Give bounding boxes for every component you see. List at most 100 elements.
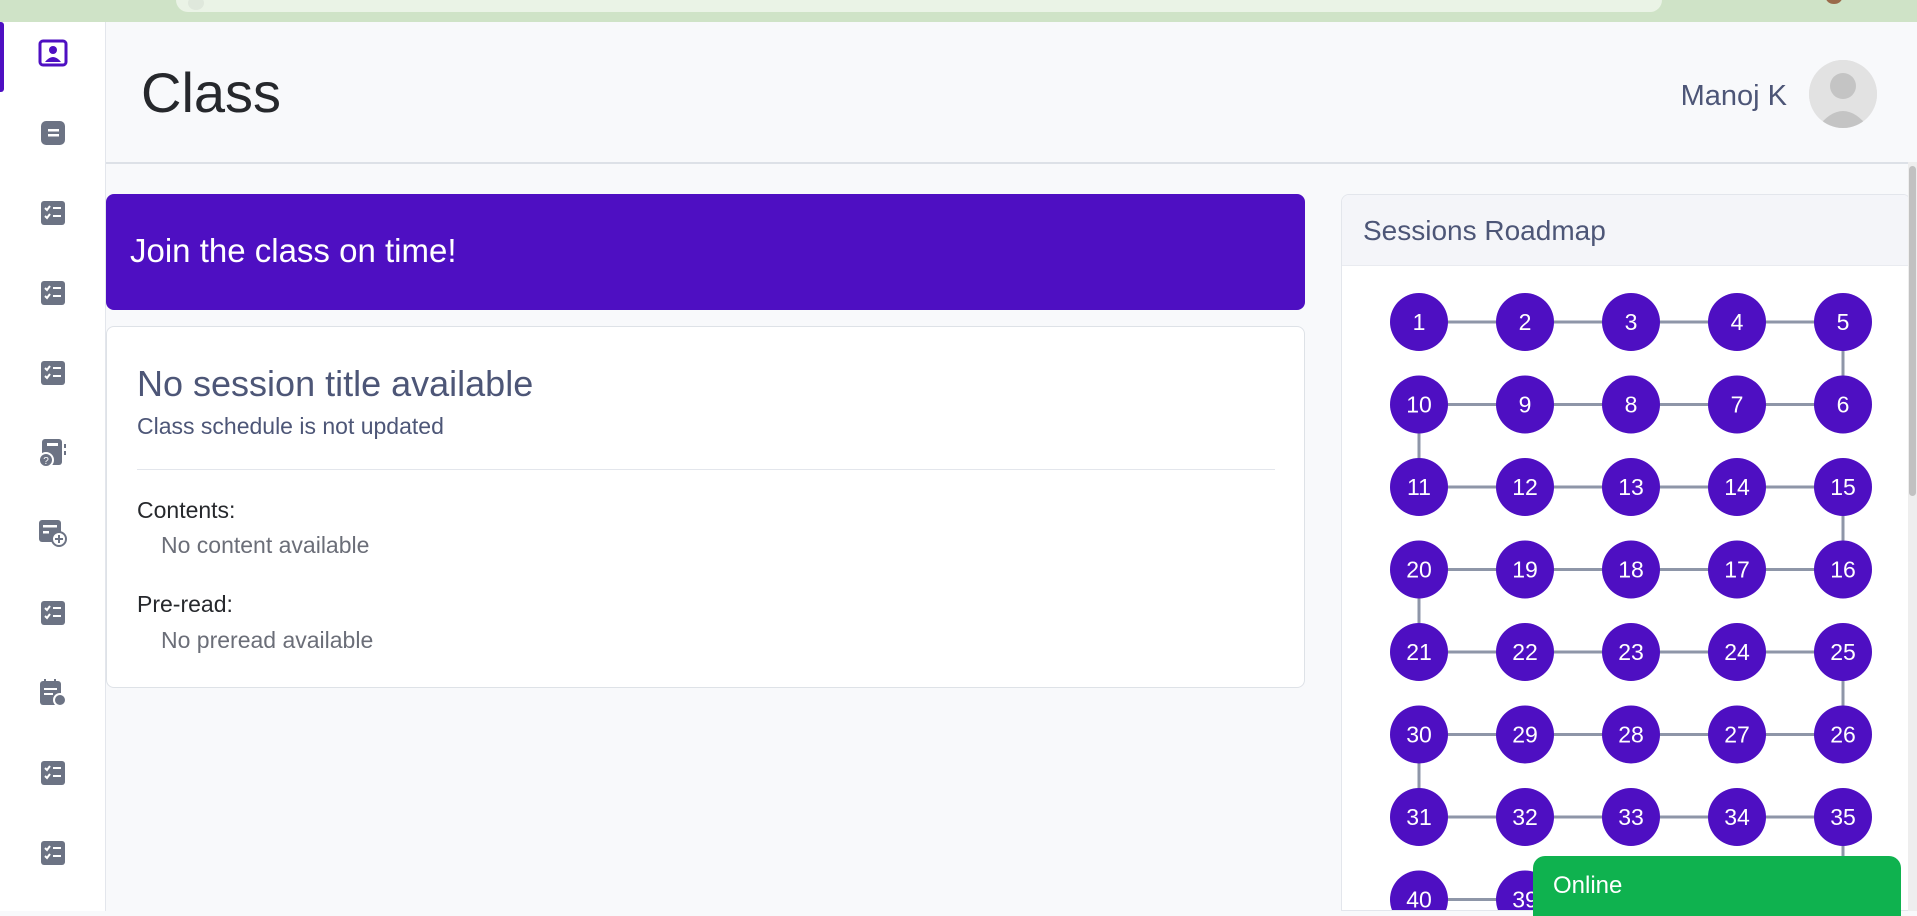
session-node-6[interactable]: 6 bbox=[1814, 375, 1872, 434]
session-node-1[interactable]: 1 bbox=[1390, 293, 1448, 351]
session-node-number: 1 bbox=[1413, 309, 1426, 335]
profile-icon[interactable] bbox=[1826, 0, 1842, 4]
session-node-number: 17 bbox=[1724, 557, 1750, 583]
sidebar-item-checklist-6[interactable] bbox=[38, 838, 68, 868]
avatar[interactable] bbox=[1809, 60, 1877, 128]
session-node-32[interactable]: 32 bbox=[1496, 788, 1554, 846]
sidebar-item-checklist-2[interactable] bbox=[38, 278, 68, 308]
session-node-number: 35 bbox=[1830, 804, 1856, 830]
session-node-number: 2 bbox=[1519, 309, 1532, 335]
sidebar-item-checklist-4[interactable] bbox=[38, 598, 68, 628]
session-node-23[interactable]: 23 bbox=[1602, 623, 1660, 681]
checklist-icon bbox=[41, 281, 65, 305]
session-node-33[interactable]: 33 bbox=[1602, 788, 1660, 846]
preread-value: No preread available bbox=[161, 627, 374, 653]
session-node-number: 6 bbox=[1837, 392, 1850, 418]
checklist-icon bbox=[41, 761, 65, 785]
sidebar-item-notes[interactable] bbox=[38, 118, 68, 148]
session-node-number: 29 bbox=[1512, 722, 1538, 748]
contents-label: Contents: bbox=[137, 497, 236, 523]
session-node-18[interactable]: 18 bbox=[1602, 540, 1660, 599]
session-node-3[interactable]: 3 bbox=[1602, 293, 1660, 351]
sidebar-item-calendar[interactable] bbox=[38, 678, 68, 708]
online-status-label: Online bbox=[1553, 872, 1623, 899]
session-node-number: 12 bbox=[1512, 474, 1538, 500]
sidebar-item-quiz[interactable]: ? bbox=[38, 438, 68, 468]
session-node-number: 4 bbox=[1731, 309, 1744, 335]
quiz-icon: ? bbox=[38, 439, 66, 468]
session-node-8[interactable]: 8 bbox=[1602, 375, 1660, 434]
roadmap-graph: 1 2 3 4 567891011 12 13 14 15161718192021 22 23 24 2… bbox=[1390, 293, 1872, 912]
checklist-icon bbox=[41, 361, 65, 385]
session-node-4[interactable]: 4 bbox=[1708, 293, 1766, 351]
session-node-35[interactable]: 35 bbox=[1814, 788, 1872, 846]
session-node-28[interactable]: 28 bbox=[1602, 705, 1660, 764]
session-node-number: 28 bbox=[1618, 722, 1644, 748]
session-node-number: 23 bbox=[1618, 639, 1644, 665]
checklist-icon bbox=[41, 601, 65, 625]
scrollbar-thumb[interactable] bbox=[1909, 166, 1916, 496]
session-node-number: 15 bbox=[1830, 474, 1856, 500]
address-bar[interactable] bbox=[176, 0, 1662, 12]
sidebar-item-checklist-3[interactable] bbox=[38, 358, 68, 388]
online-status-button[interactable]: Online bbox=[1533, 856, 1901, 916]
checklist-icon bbox=[41, 201, 65, 225]
session-node-7[interactable]: 7 bbox=[1708, 375, 1766, 434]
sidebar-item-class[interactable] bbox=[38, 38, 68, 68]
sidebar: ? bbox=[0, 22, 106, 911]
session-node-number: 31 bbox=[1406, 804, 1432, 830]
calendar-icon bbox=[40, 679, 67, 707]
session-node-number: 8 bbox=[1625, 392, 1638, 418]
session-node-number: 40 bbox=[1406, 887, 1432, 912]
session-node-40[interactable]: 40 bbox=[1390, 870, 1448, 912]
session-node-number: 22 bbox=[1512, 639, 1538, 665]
session-node-31[interactable]: 31 bbox=[1390, 788, 1448, 846]
session-node-2[interactable]: 2 bbox=[1496, 293, 1554, 351]
page-scrollbar[interactable] bbox=[1908, 162, 1917, 911]
browser-top-strip bbox=[0, 0, 1917, 22]
session-node-number: 7 bbox=[1731, 392, 1744, 418]
session-node-number: 30 bbox=[1406, 722, 1432, 748]
session-node-number: 24 bbox=[1724, 639, 1750, 665]
sessions-roadmap: Sessions Roadmap 1 2 3 4 5 6 7 8 9 10 11 12 13 14 15 16… bbox=[1341, 194, 1911, 911]
session-node-17[interactable]: 17 bbox=[1708, 540, 1766, 599]
session-node-number: 27 bbox=[1724, 722, 1750, 748]
session-node-34[interactable]: 34 bbox=[1708, 788, 1766, 846]
session-node-26[interactable]: 26 bbox=[1814, 705, 1872, 764]
session-node-13[interactable]: 13 bbox=[1602, 458, 1660, 516]
active-indicator bbox=[0, 22, 4, 92]
session-node-30[interactable]: 30 bbox=[1390, 705, 1448, 764]
session-node-10[interactable]: 10 bbox=[1390, 375, 1448, 434]
page-title: Class bbox=[141, 61, 282, 124]
session-node-12[interactable]: 12 bbox=[1496, 458, 1554, 516]
divider bbox=[137, 469, 1275, 470]
sidebar-item-checklist-5[interactable] bbox=[38, 758, 68, 788]
session-node-number: 21 bbox=[1406, 639, 1432, 665]
sidebar-item-add-schedule[interactable] bbox=[38, 518, 68, 548]
session-node-number: 13 bbox=[1618, 474, 1644, 500]
session-node-22[interactable]: 22 bbox=[1496, 623, 1554, 681]
session-node-21[interactable]: 21 bbox=[1390, 623, 1448, 681]
session-node-20[interactable]: 20 bbox=[1390, 540, 1448, 599]
sidebar-item-checklist-1[interactable] bbox=[38, 198, 68, 228]
session-node-14[interactable]: 14 bbox=[1708, 458, 1766, 516]
session-node-25[interactable]: 25 bbox=[1814, 623, 1872, 681]
session-subtitle: Class schedule is not updated bbox=[137, 413, 444, 439]
session-node-16[interactable]: 16 bbox=[1814, 540, 1872, 599]
session-node-19[interactable]: 19 bbox=[1496, 540, 1554, 599]
session-node-number: 26 bbox=[1830, 722, 1856, 748]
session-node-11[interactable]: 11 bbox=[1390, 458, 1448, 516]
session-node-number: 19 bbox=[1512, 557, 1538, 583]
user-name[interactable]: Manoj K bbox=[1681, 80, 1787, 113]
preread-label: Pre-read: bbox=[137, 591, 233, 617]
session-node-number: 33 bbox=[1618, 804, 1644, 830]
session-title: No session title available bbox=[137, 363, 534, 404]
session-node-5[interactable]: 5 bbox=[1814, 293, 1872, 351]
session-node-27[interactable]: 27 bbox=[1708, 705, 1766, 764]
site-info-icon[interactable] bbox=[188, 0, 204, 10]
session-node-15[interactable]: 15 bbox=[1814, 458, 1872, 516]
session-node-9[interactable]: 9 bbox=[1496, 375, 1554, 434]
session-node-29[interactable]: 29 bbox=[1496, 705, 1554, 764]
session-node-24[interactable]: 24 bbox=[1708, 623, 1766, 681]
session-node-number: 11 bbox=[1407, 474, 1431, 500]
